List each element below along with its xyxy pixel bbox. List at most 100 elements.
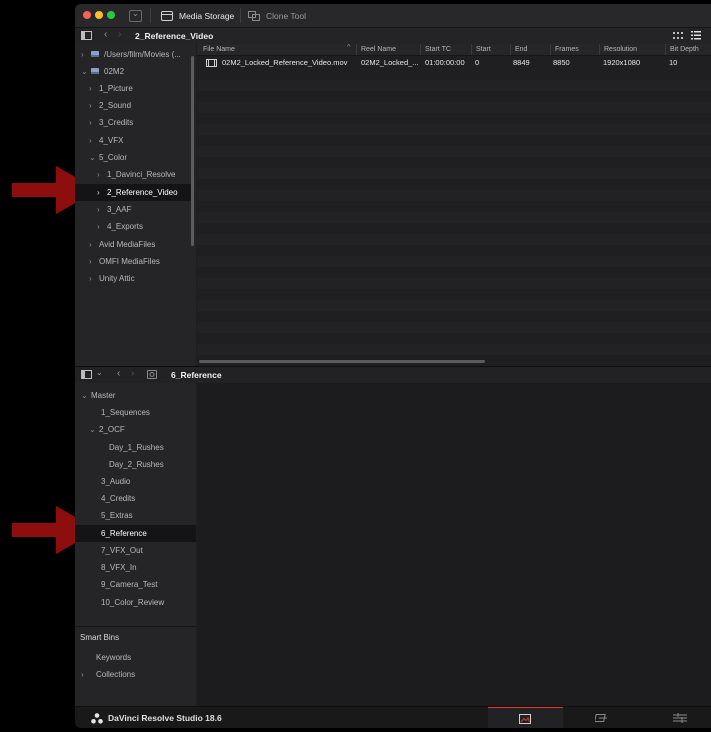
column-header-start[interactable]: Start xyxy=(471,44,506,55)
cell-end: 8849 xyxy=(513,58,530,67)
chevron-down-icon: ⌄ xyxy=(81,67,88,76)
media-storage-button[interactable]: Media Storage xyxy=(161,4,234,27)
top-toolbar: ⌄ Media Storage Clone Tool xyxy=(75,4,711,28)
forward-icon[interactable]: › xyxy=(131,368,134,379)
storage-path-bar: ‹ › 2_Reference_Video xyxy=(75,28,711,45)
cell-reel-name: 02M2_Locked_... xyxy=(361,58,419,67)
sidebar-toggle-icon[interactable] xyxy=(81,370,92,379)
bin-5-extras[interactable]: 5_Extras xyxy=(101,507,133,524)
tree-scrollbar[interactable] xyxy=(191,56,194,246)
bin-tree: ⌄ Master 1_Sequences ⌄ 2_OCF Day_1_Rushes … xyxy=(75,383,196,626)
minimize-window-button[interactable] xyxy=(95,11,103,19)
bin-6-reference[interactable]: 6_Reference xyxy=(75,525,196,542)
tree-item-3-credits[interactable]: › 3_Credits xyxy=(89,114,133,131)
chevron-right-icon: › xyxy=(97,188,100,197)
tree-item-5-color[interactable]: ⌄ 5_Color xyxy=(89,149,127,166)
clone-tool-label: Clone Tool xyxy=(266,10,307,21)
maximize-window-button[interactable] xyxy=(107,11,115,19)
tree-item-4-exports[interactable]: › 4_Exports xyxy=(97,218,143,235)
tree-item-4-vfx[interactable]: › 4_VFX xyxy=(89,132,123,149)
chevron-down-icon: ⌄ xyxy=(89,153,96,162)
smart-bins-title: Smart Bins xyxy=(80,633,120,642)
file-list: File Name ^ Reel Name Start TC Start End… xyxy=(197,44,711,366)
bin-day-1-rushes[interactable]: Day_1_Rushes xyxy=(109,439,164,456)
cell-start-tc: 01:00:00:00 xyxy=(425,58,465,67)
chevron-right-icon: › xyxy=(97,205,100,214)
smart-bin-keywords[interactable]: Keywords xyxy=(96,649,131,666)
bin-history-icon[interactable] xyxy=(147,370,157,379)
sidebar-toggle-icon[interactable] xyxy=(81,31,92,40)
tree-item-1-picture[interactable]: › 1_Picture xyxy=(89,80,133,97)
close-window-button[interactable] xyxy=(83,11,91,19)
chevron-down-icon: ⌄ xyxy=(81,391,88,400)
clone-tool-button[interactable]: Clone Tool xyxy=(248,4,306,27)
column-header-start-tc[interactable]: Start TC xyxy=(420,44,470,55)
tree-item-02m2[interactable]: ⌄ 02M2 xyxy=(81,63,194,80)
column-header-end[interactable]: End xyxy=(510,44,545,55)
davinci-logo-icon xyxy=(91,713,103,724)
drive-icon xyxy=(91,68,99,74)
chevron-right-icon: › xyxy=(89,84,92,93)
chevron-down-icon[interactable]: ⌄ xyxy=(96,368,103,377)
cell-bit-depth: 10 xyxy=(669,58,678,67)
tree-item-avid-mediafiles[interactable]: › Avid MediaFiles xyxy=(89,236,155,253)
tree-item-users-movies[interactable]: ›/Users/film/Movies (... xyxy=(81,46,194,63)
tree-item-3-aaf[interactable]: › 3_AAF xyxy=(97,201,131,218)
column-header-file-name[interactable]: File Name xyxy=(199,44,353,55)
media-pool-bar: ⌄ ‹ › 6_Reference xyxy=(75,367,711,384)
bin-4-credits[interactable]: 4_Credits xyxy=(101,490,135,507)
chevron-right-icon: › xyxy=(81,670,84,679)
bin-10-color-review[interactable]: 10_Color_Review xyxy=(101,594,164,611)
clone-tool-icon xyxy=(248,10,260,21)
edit-page-icon[interactable] xyxy=(673,713,687,723)
tree-item-unity-attic[interactable]: › Unity Attic xyxy=(89,270,135,287)
chevron-right-icon: › xyxy=(89,101,92,110)
page-tab-media[interactable] xyxy=(488,707,563,728)
bin-8-vfx-in[interactable]: 8_VFX_In xyxy=(101,559,137,576)
video-file-icon xyxy=(206,59,217,67)
file-list-header: File Name ^ Reel Name Start TC Start End… xyxy=(197,44,711,56)
cell-file-name: 02M2_Locked_Reference_Video.mov xyxy=(222,58,348,67)
chevron-right-icon: › xyxy=(89,136,92,145)
tree-item-omfi-mediafiles[interactable]: › OMFI MediaFiles xyxy=(89,253,160,270)
media-storage-label: Media Storage xyxy=(179,10,235,21)
column-header-reel-name[interactable]: Reel Name xyxy=(356,44,421,55)
drive-icon xyxy=(91,51,99,57)
chevron-right-icon: › xyxy=(97,222,100,231)
smart-bin-collections[interactable]: › Collections xyxy=(81,666,135,683)
bin-2-ocf[interactable]: ⌄ 2_OCF xyxy=(89,421,125,438)
bin-9-camera-test[interactable]: 9_Camera_Test xyxy=(101,576,157,593)
column-header-frames[interactable]: Frames xyxy=(550,44,595,55)
back-icon[interactable]: ‹ xyxy=(117,368,120,379)
sort-asc-icon: ^ xyxy=(347,44,351,51)
column-header-resolution[interactable]: Resolution xyxy=(599,44,659,55)
resolve-window: ⌄ Media Storage Clone Tool ‹ › 2_Referen… xyxy=(75,4,711,728)
media-page-icon xyxy=(519,714,531,724)
file-list-scrollbar[interactable] xyxy=(199,360,485,363)
chevron-right-icon: › xyxy=(89,240,92,249)
forward-icon[interactable]: › xyxy=(118,29,121,40)
cell-frames: 8850 xyxy=(553,58,570,67)
media-storage-icon xyxy=(161,10,173,21)
bin-contents-area[interactable] xyxy=(197,383,711,706)
tree-item-2-reference-video[interactable]: › 2_Reference_Video xyxy=(75,184,191,201)
cut-page-icon[interactable] xyxy=(595,713,609,723)
tree-item-1-davinci-resolve[interactable]: › 1_Davinci_Resolve xyxy=(97,166,175,183)
bin-master[interactable]: ⌄ Master xyxy=(81,387,115,404)
smart-bins-panel: Smart Bins Keywords › Collections xyxy=(75,626,196,707)
thumbnail-view-icon[interactable] xyxy=(673,32,683,40)
chevron-down-icon: ⌄ xyxy=(132,9,139,18)
bin-3-audio[interactable]: 3_Audio xyxy=(101,473,130,490)
column-header-bit-depth[interactable]: Bit Depth xyxy=(665,44,711,55)
tree-item-2-sound[interactable]: › 2_Sound xyxy=(89,97,131,114)
bin-7-vfx-out[interactable]: 7_VFX_Out xyxy=(101,542,143,559)
list-view-icon[interactable] xyxy=(691,31,701,40)
chevron-right-icon: › xyxy=(89,118,92,127)
bin-1-sequences[interactable]: 1_Sequences xyxy=(101,404,150,421)
chevron-down-icon: ⌄ xyxy=(89,425,96,434)
bin-day-2-rushes[interactable]: Day_2_Rushes xyxy=(109,456,164,473)
storage-path-title: 2_Reference_Video xyxy=(135,31,214,41)
chevron-right-icon: › xyxy=(81,50,84,59)
back-icon[interactable]: ‹ xyxy=(104,29,107,40)
chevron-right-icon: › xyxy=(89,274,92,283)
